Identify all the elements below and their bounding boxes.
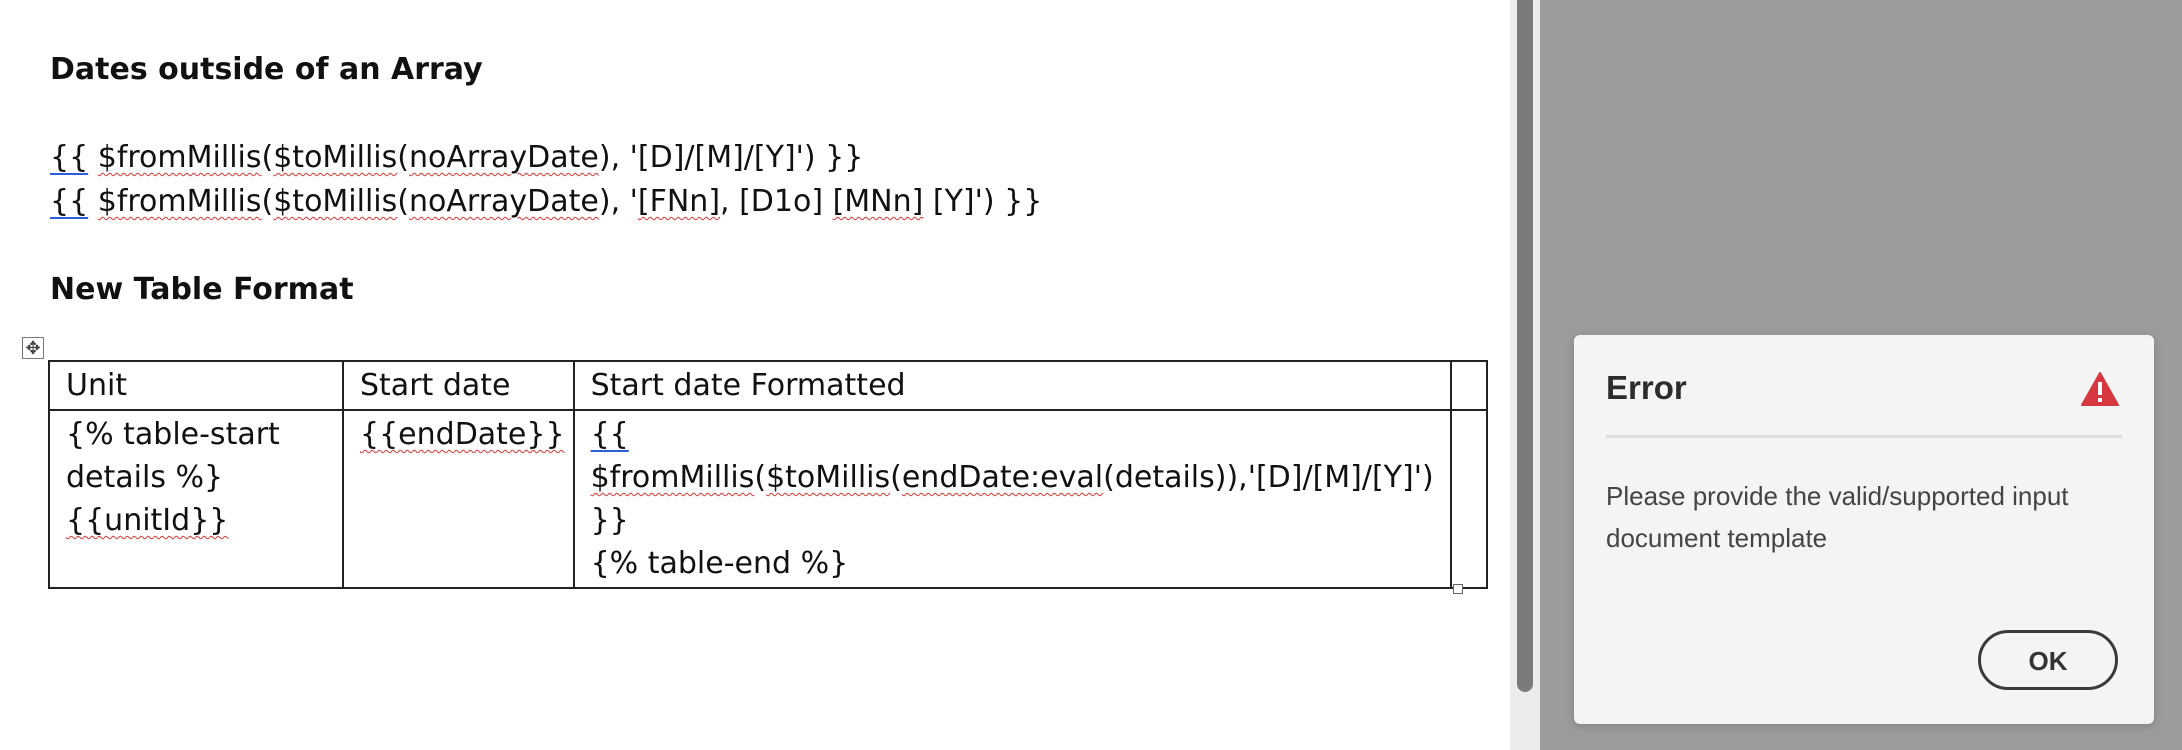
- cell-unit: {% table-start details %} {{unitId}}: [48, 409, 344, 589]
- table-header-row: Unit Start date Start date Formatted: [48, 360, 1488, 411]
- warning-triangle-icon: [2081, 372, 2119, 406]
- header-start-date-formatted: Start date Formatted: [572, 360, 1452, 411]
- heading-dates-outside-array: Dates outside of an Array: [50, 52, 483, 87]
- vertical-scrollbar-thumb[interactable]: [1517, 0, 1533, 692]
- header-unit: Unit: [48, 360, 344, 411]
- cell-start-date: {{endDate}}: [342, 409, 575, 589]
- template-table: Unit Start date Start date Formatted {% …: [48, 360, 1488, 589]
- cell-empty: [1449, 409, 1488, 589]
- heading-new-table-format: New Table Format: [50, 272, 354, 307]
- dialog-title: Error: [1606, 369, 1687, 406]
- table-resize-handle[interactable]: [1453, 584, 1463, 594]
- header-empty-cell: [1449, 360, 1488, 411]
- header-start-date: Start date: [342, 360, 575, 411]
- dialog-message: Please provide the valid/supported input…: [1606, 481, 2069, 553]
- table-move-handle-icon[interactable]: ✥: [22, 337, 44, 359]
- cell-start-date-formatted: {{ $fromMillis($toMillis(endDate:eval(de…: [572, 409, 1452, 589]
- document-canvas: Dates outside of an Array {{ $fromMillis…: [0, 0, 1510, 750]
- template-line-1: {{ $fromMillis($toMillis(noArrayDate), '…: [50, 140, 864, 175]
- ok-button[interactable]: OK: [1978, 630, 2118, 690]
- error-dialog: Error Please provide the valid/supported…: [1574, 335, 2154, 724]
- dialog-divider: [1606, 435, 2122, 438]
- table-row: {% table-start details %} {{unitId}} {{e…: [48, 409, 1488, 589]
- template-line-2: {{ $fromMillis($toMillis(noArrayDate), '…: [50, 184, 1043, 219]
